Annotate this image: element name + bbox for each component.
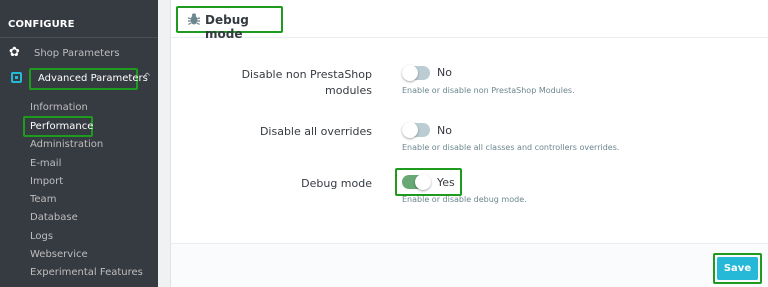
submenu-item-webservice[interactable]: Webservice [30,249,88,260]
setting-label-continued: modules [325,84,372,97]
setting-label: Debug mode [301,177,372,190]
panel-header: Debug mode [171,0,768,41]
save-button[interactable]: Save [717,257,758,280]
sidebar: CONFIGURE ✿ Shop Parameters Advanced Par… [0,0,158,287]
advanced-parameters-icon [11,72,22,83]
submenu-item-information[interactable]: Information [30,102,88,113]
sidebar-item-label: Shop Parameters [34,48,120,59]
highlight-box: Debug mode [176,6,283,41]
help-text: Enable or disable all classes and contro… [402,143,620,152]
sidebar-section-title: CONFIGURE [8,19,75,30]
gear-icon: ✿ [9,45,20,60]
toggle-knob [415,174,431,190]
panel-footer: Save [171,243,768,287]
submenu-item-team[interactable]: Team [30,194,56,205]
sidebar-divider [0,37,158,38]
disable-non-prestashop-modules-toggle[interactable] [402,65,430,81]
toggle-value: Yes [437,176,455,189]
setting-label: Disable non PrestaShop [241,68,372,81]
toggle-knob [402,122,418,138]
submenu-item-email[interactable]: E-mail [30,158,61,169]
highlight-box: Save [713,253,762,284]
submenu-item-logs[interactable]: Logs [30,231,53,242]
submenu-item-database[interactable]: Database [30,212,78,223]
submenu-item-administration[interactable]: Administration [30,139,103,150]
help-text: Enable or disable debug mode. [402,195,527,204]
sidebar-item-shop-parameters[interactable]: ✿ Shop Parameters [0,45,158,65]
debug-mode-panel: Debug mode Disable non PrestaShop module… [170,0,768,287]
bug-icon [187,13,201,26]
submenu-item-import[interactable]: Import [30,176,63,187]
panel-title: Debug mode [205,13,249,41]
submenu-item-performance[interactable]: Performance [30,121,93,132]
submenu-item-experimental-features[interactable]: Experimental Features [30,267,143,278]
toggle-knob [402,65,418,81]
setting-label: Disable all overrides [259,125,372,138]
disable-all-overrides-toggle[interactable] [402,122,430,138]
debug-mode-toggle[interactable] [402,174,431,190]
toggle-value: No [437,66,452,79]
toggle-value: No [437,124,452,137]
help-text: Enable or disable non PrestaShop Modules… [402,86,575,95]
